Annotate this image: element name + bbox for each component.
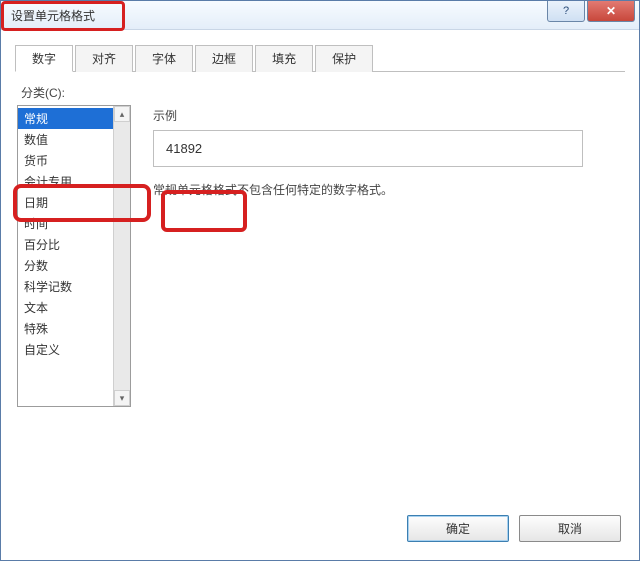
help-icon: ?	[563, 5, 569, 17]
close-icon: ✕	[606, 4, 616, 18]
dialog-footer: 确定 取消	[397, 515, 621, 542]
preview-label: 示例	[153, 107, 623, 124]
right-pane: 示例 41892 常规单元格格式不包含任何特定的数字格式。	[131, 105, 623, 407]
tab-strip: 数字 对齐 字体 边框 填充 保护	[15, 44, 625, 72]
close-button[interactable]: ✕	[587, 1, 635, 22]
cancel-button[interactable]: 取消	[519, 515, 621, 542]
tab-number[interactable]: 数字	[15, 45, 73, 72]
window-title: 设置单元格格式	[5, 5, 101, 26]
tab-protect[interactable]: 保护	[315, 45, 373, 72]
scroll-down-icon[interactable]: ▾	[114, 390, 130, 406]
tab-fill[interactable]: 填充	[255, 45, 313, 72]
dialog-body: 分类(C): 常规 数值 货币 会计专用 日期 时间 百分比 分数 科学记数 文…	[1, 72, 639, 407]
title-bar: 设置单元格格式 ? ✕	[1, 1, 639, 30]
scroll-up-icon[interactable]: ▴	[114, 106, 130, 122]
content-layout: 常规 数值 货币 会计专用 日期 时间 百分比 分数 科学记数 文本 特殊 自定…	[17, 105, 623, 407]
tab-border[interactable]: 边框	[195, 45, 253, 72]
preview-box: 41892	[153, 130, 583, 167]
scroll-track[interactable]	[114, 122, 130, 390]
window-buttons: ? ✕	[545, 1, 635, 22]
tab-align[interactable]: 对齐	[75, 45, 133, 72]
preview-value: 41892	[166, 141, 202, 156]
tab-font[interactable]: 字体	[135, 45, 193, 72]
category-label: 分类(C):	[21, 84, 623, 101]
dialog-window: 设置单元格格式 ? ✕ 数字 对齐 字体 边框 填充 保护 分类(C): 常规 …	[0, 0, 640, 561]
format-description: 常规单元格格式不包含任何特定的数字格式。	[153, 181, 623, 198]
category-listbox[interactable]: 常规 数值 货币 会计专用 日期 时间 百分比 分数 科学记数 文本 特殊 自定…	[17, 105, 131, 407]
ok-button[interactable]: 确定	[407, 515, 509, 542]
listbox-scrollbar[interactable]: ▴ ▾	[113, 106, 130, 406]
help-button[interactable]: ?	[547, 1, 585, 22]
